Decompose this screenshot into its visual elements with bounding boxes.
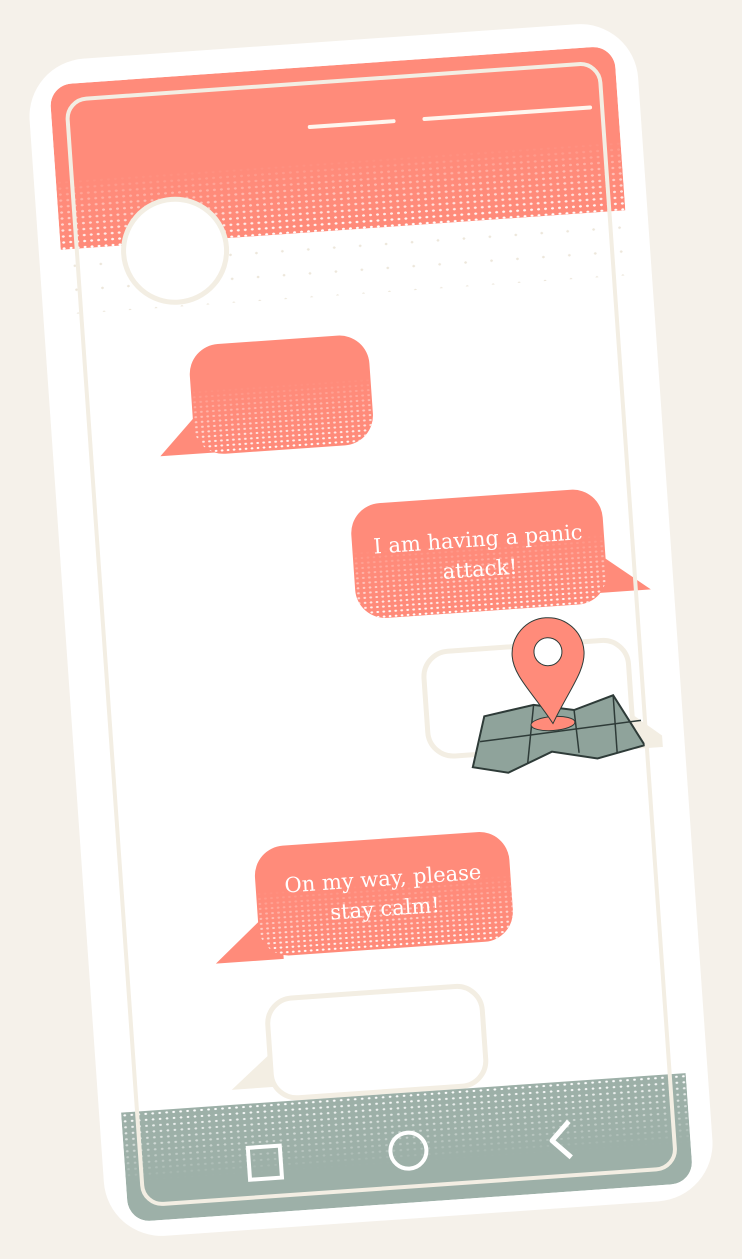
chevron-left-icon[interactable] [543,1117,582,1163]
message-input-bubble[interactable] [263,982,491,1103]
bubble-texture [190,377,375,456]
illustration: I am having a panic attack! On my way, p… [0,0,742,1259]
sent-message: I am having a panic attack! [349,487,609,620]
phone-screen: I am having a panic attack! On my way, p… [49,45,694,1223]
received-message: On my way, please stay calm! [252,829,515,958]
received-message-empty [187,333,375,456]
location-map[interactable] [457,605,649,792]
square-icon[interactable] [244,1141,287,1184]
header-line-long [422,105,593,122]
circle-icon[interactable] [385,1127,432,1174]
phone: I am having a panic attack! On my way, p… [25,20,717,1240]
header-line-short [307,119,396,130]
map-pin-icon [471,617,647,774]
